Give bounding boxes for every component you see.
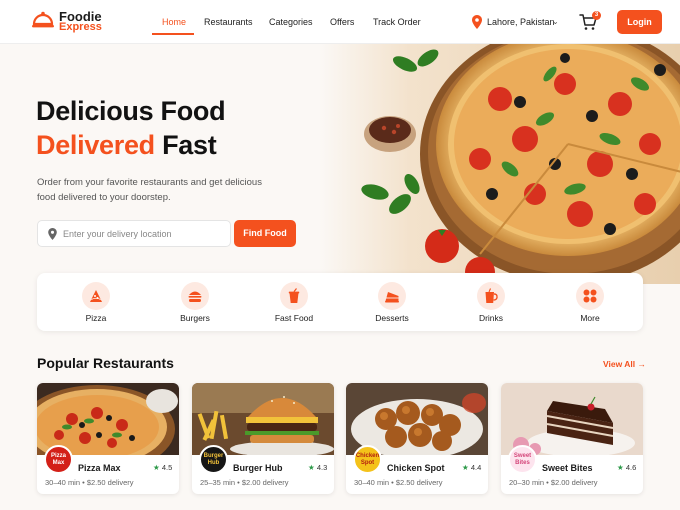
- rating-value: 4.4: [470, 463, 482, 472]
- popular-restaurants-heading: Popular Restaurants: [37, 355, 174, 371]
- restaurant-rating: ★ 4.5: [153, 463, 172, 473]
- category-icon-circle: [378, 282, 406, 310]
- delivery-location-search[interactable]: [37, 220, 231, 247]
- active-nav-underline: [152, 33, 194, 35]
- view-all-link[interactable]: View All →: [603, 359, 646, 370]
- category-label: Desserts: [375, 313, 409, 323]
- category-more[interactable]: More: [550, 273, 630, 331]
- restaurant-logo-text: Sweet Bites: [513, 453, 532, 466]
- category-icon-circle: [576, 282, 604, 310]
- star-icon: ★: [153, 463, 160, 472]
- restaurant-name: Pizza Max: [78, 463, 121, 473]
- restaurant-name: Chicken Spot: [387, 463, 445, 473]
- category-pizza[interactable]: Pizza: [56, 273, 136, 331]
- cart-count-badge: 3: [592, 11, 601, 20]
- chevron-down-icon: ⌄: [552, 17, 559, 26]
- mug-icon: [485, 288, 498, 303]
- rating-value: 4.5: [161, 463, 173, 472]
- top-navbar: Foodie Express Home Restaurants Categori…: [0, 0, 680, 44]
- location-label: Lahore, Pakistan: [487, 17, 555, 27]
- delivery-location-input[interactable]: [63, 221, 223, 246]
- restaurant-card-pizza-max[interactable]: Pizza Max Pizza Max ★ 4.5 30–40 min • $2…: [37, 383, 179, 494]
- cloche-logo-icon[interactable]: [31, 9, 55, 31]
- hero-pizza-image: [320, 44, 680, 284]
- restaurant-meta: 25–35 min • $2.00 delivery: [200, 478, 289, 487]
- grid-dots-icon: [583, 289, 597, 303]
- pizza-icon: [90, 290, 102, 302]
- restaurant-rating: ★ 4.6: [617, 463, 636, 473]
- restaurant-logo-text: Pizza Max: [50, 453, 66, 466]
- burger-icon: [188, 291, 202, 302]
- restaurant-rating: ★ 4.4: [462, 463, 481, 473]
- hero-title-line2: Delivered Fast: [36, 128, 217, 162]
- category-icon-circle: [181, 282, 209, 310]
- hero-title-line1: Delicious Food: [36, 96, 226, 126]
- category-label: Pizza: [85, 313, 107, 323]
- nav-link-offers[interactable]: Offers: [330, 16, 354, 28]
- category-icon-circle: [280, 282, 308, 310]
- category-bar: Pizza Burgers Fast Food Desserts Drinks …: [37, 273, 643, 331]
- restaurant-name: Burger Hub: [233, 463, 283, 473]
- restaurant-rating: ★ 4.3: [308, 463, 327, 473]
- hero-title-rest: Fast: [162, 130, 217, 160]
- category-icon-circle: [477, 282, 505, 310]
- restaurant-meta: 30–40 min • $2.50 delivery: [45, 478, 134, 487]
- find-food-button[interactable]: Find Food: [234, 220, 296, 247]
- category-burgers[interactable]: Burgers: [155, 273, 235, 331]
- category-label: Fast Food: [274, 313, 314, 323]
- star-icon: ★: [462, 463, 469, 472]
- hero-title-accent: Delivered: [36, 130, 155, 160]
- star-icon: ★: [308, 463, 315, 472]
- category-icon-circle: [82, 282, 110, 310]
- restaurant-meta: 30–40 min • $2.50 delivery: [354, 478, 443, 487]
- restaurant-logo: Sweet Bites: [508, 445, 537, 474]
- rating-value: 4.6: [625, 463, 637, 472]
- location-pin-icon: [48, 228, 57, 240]
- rating-value: 4.3: [316, 463, 328, 472]
- nav-link-track-order[interactable]: Track Order: [373, 16, 421, 28]
- restaurant-logo: Burger Hub: [199, 445, 228, 474]
- category-label: Drinks: [478, 313, 504, 323]
- restaurant-card-chicken-spot[interactable]: Chicken Spot Chicken Spot ★ 4.4 30–40 mi…: [346, 383, 488, 494]
- category-fast-food[interactable]: Fast Food: [254, 273, 334, 331]
- restaurant-card-burger-hub[interactable]: Burger Hub Burger Hub ★ 4.3 25–35 min • …: [192, 383, 334, 494]
- category-desserts[interactable]: Desserts: [352, 273, 432, 331]
- nav-link-home[interactable]: Home: [162, 16, 186, 28]
- restaurant-logo: Pizza Max: [44, 445, 73, 474]
- category-label: Burgers: [180, 313, 210, 323]
- nav-link-restaurants[interactable]: Restaurants: [204, 16, 253, 28]
- hero-subtitle: Order from your favorite restaurants and…: [37, 177, 262, 203]
- restaurant-logo: Chicken Spot: [353, 445, 382, 474]
- restaurant-name: Sweet Bites: [542, 463, 593, 473]
- restaurant-meta: 20–30 min • $2.00 delivery: [509, 478, 598, 487]
- cake-icon: [385, 292, 399, 303]
- restaurant-card-sweet-bites[interactable]: Sweet Bites Sweet Bites ★ 4.6 20–30 min …: [501, 383, 643, 494]
- category-label: More: [580, 313, 600, 323]
- login-button[interactable]: Login: [617, 10, 662, 34]
- brand-name-line2[interactable]: Express: [59, 22, 102, 33]
- drink-cup-icon: [288, 288, 300, 303]
- restaurant-logo-text: Burger Hub: [203, 453, 224, 466]
- star-icon: ★: [617, 463, 624, 472]
- restaurant-logo-text: Chicken Spot: [355, 453, 380, 466]
- location-pin-icon: [472, 15, 482, 29]
- category-drinks[interactable]: Drinks: [451, 273, 531, 331]
- nav-link-categories[interactable]: Categories: [269, 16, 313, 28]
